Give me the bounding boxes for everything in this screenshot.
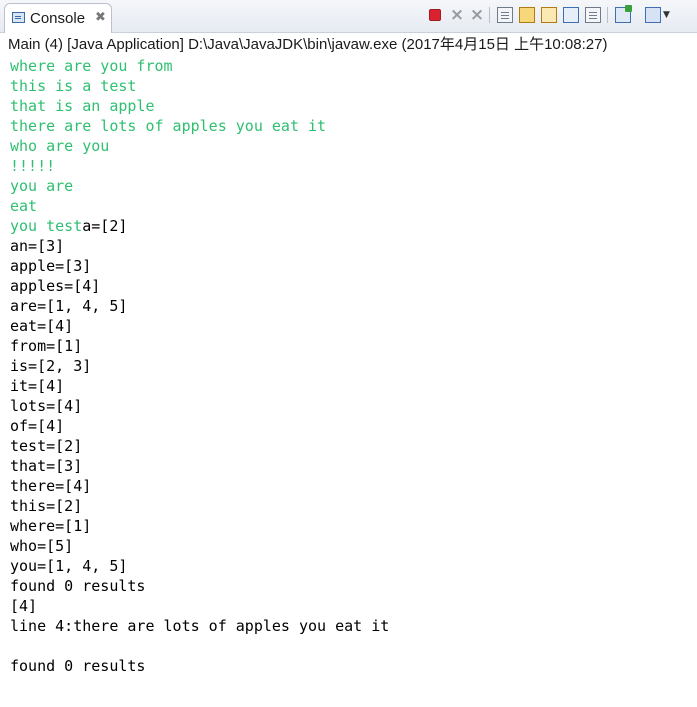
- scroll-lock-icon[interactable]: [519, 7, 535, 23]
- show-when-stdout-icon[interactable]: [563, 7, 579, 23]
- console-input-text: there are lots of apples you eat it: [10, 117, 327, 135]
- close-icon[interactable]: ✖: [95, 10, 106, 25]
- console-line: you=[1, 4, 5]: [10, 557, 128, 575]
- open-console-icon[interactable]: [615, 5, 632, 23]
- console-line: it=[4]: [10, 377, 65, 395]
- console-line: [4]: [10, 597, 38, 615]
- console-input-text: you are: [10, 177, 74, 195]
- console-line: is=[2, 3]: [10, 357, 92, 375]
- console-line: where are you from: [10, 56, 690, 76]
- remove-launch-icon[interactable]: ×: [449, 7, 465, 24]
- display-console-icon[interactable]: [645, 7, 661, 23]
- console-line: apple=[3]: [10, 257, 92, 275]
- console-line: line 4:there are lots of apples you eat …: [10, 617, 390, 635]
- console-line: found 0 results: [10, 657, 146, 675]
- console-line: who=[5]: [10, 537, 74, 555]
- console-line: lots=[4]: [10, 397, 83, 415]
- console-line: this is a test: [10, 76, 690, 96]
- console-line: !!!!!: [10, 156, 690, 176]
- console-input-text: this is a test: [10, 77, 137, 95]
- console-toolbar: × × ▼: [423, 5, 691, 25]
- console-view-tabbar: Console ✖ × × ▼: [0, 0, 697, 33]
- console-input-text: that is an apple: [10, 97, 155, 115]
- toolbar-separator: [489, 7, 490, 23]
- console-line: that=[3]: [10, 457, 83, 475]
- tab-console-label: Console: [30, 10, 86, 27]
- console-line: you testa=[2]: [10, 216, 690, 236]
- console-line: that is an apple: [10, 96, 690, 116]
- launch-description: Main (4) [Java Application] D:\Java\Java…: [8, 36, 608, 53]
- console-line: there=[4]: [10, 477, 92, 495]
- tab-console[interactable]: Console ✖: [4, 3, 112, 33]
- console-line: eat: [10, 196, 690, 216]
- console-line: of=[4]: [10, 417, 65, 435]
- remove-all-terminated-icon[interactable]: ×: [469, 7, 485, 24]
- console-output-text: a=[2]: [82, 217, 128, 235]
- console-icon: [12, 12, 25, 23]
- console-line: test=[2]: [10, 437, 83, 455]
- console-output[interactable]: where are you from this is a test that is …: [10, 56, 690, 676]
- console-line: eat=[4]: [10, 317, 74, 335]
- console-input-text: where are you from: [10, 57, 173, 75]
- console-line: where=[1]: [10, 517, 92, 535]
- console-input-text: eat: [10, 197, 38, 215]
- show-when-stderr-icon[interactable]: [585, 7, 601, 23]
- console-line: there are lots of apples you eat it: [10, 116, 690, 136]
- terminate-icon[interactable]: [429, 9, 441, 21]
- console-input-text: who are you: [10, 137, 110, 155]
- console-line: from=[1]: [10, 337, 83, 355]
- toolbar-separator: [607, 7, 608, 23]
- word-wrap-icon[interactable]: [541, 7, 557, 23]
- console-line: who are you: [10, 136, 690, 156]
- chevron-down-icon[interactable]: ▼: [663, 7, 672, 23]
- console-line: this=[2]: [10, 497, 83, 515]
- console-line: found 0 results: [10, 577, 146, 595]
- console-line: are=[1, 4, 5]: [10, 297, 128, 315]
- console-line: you are: [10, 176, 690, 196]
- console-input-text: !!!!!: [10, 157, 56, 175]
- console-line: an=[3]: [10, 237, 65, 255]
- clear-console-icon[interactable]: [497, 7, 513, 23]
- console-line: apples=[4]: [10, 277, 101, 295]
- console-input-text: you test: [10, 217, 83, 235]
